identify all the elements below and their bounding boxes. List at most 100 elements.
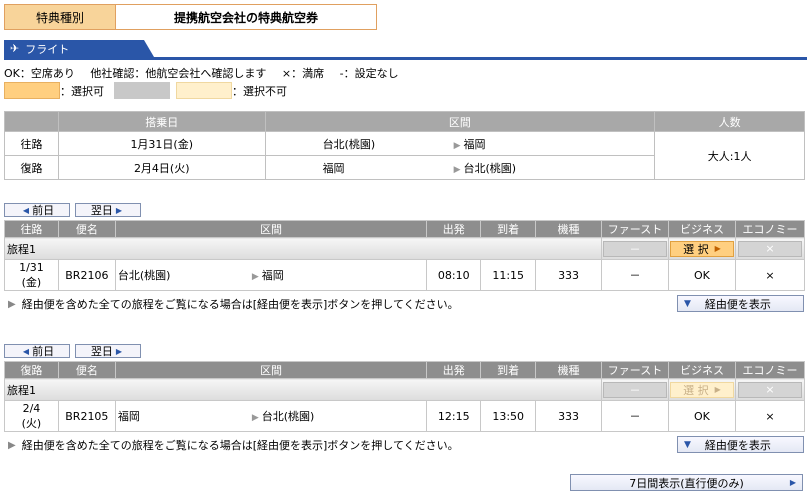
flight-arr: 11:15 [480, 259, 537, 291]
flight-dep: 12:15 [426, 400, 482, 432]
summary-header-route: 区間 [264, 111, 656, 132]
return-show-via-button[interactable]: ▼ 経由便を表示 [677, 436, 804, 453]
journey-label: 旅程1 [4, 237, 602, 260]
return-header-row: 復路 便名 区間 出発 到着 機種 ファースト ビジネス エコノミー [4, 361, 806, 379]
summary-header-row: 搭乗日 区間 人数 [4, 111, 805, 132]
color-legend: ：選択可 ：選択不可 [4, 82, 287, 99]
first-select-button: － [602, 240, 667, 257]
summary-route: 台北(桃園) ▶ 福岡 [264, 131, 656, 156]
flight-first: － [600, 400, 669, 432]
section-divider [4, 57, 807, 60]
summary-row-outbound: 往路 1月31日(金) 台北(桃園) ▶ 福岡 大人:1人 [4, 131, 805, 180]
flight-to: 福岡 [261, 269, 284, 282]
double-chevron-down-icon: ▼ [684, 439, 691, 450]
col-first: ファースト [600, 220, 669, 238]
prev-day-label: 前日 [32, 204, 55, 217]
col-route: 区間 [114, 361, 428, 379]
summary-dir: 往路 [4, 131, 59, 156]
col-business: ビジネス [667, 220, 736, 238]
flight-from: 福岡 [117, 410, 140, 423]
unselectable-swatch-gray [114, 82, 170, 99]
col-flight-no: 便名 [57, 361, 116, 379]
note-arrow-icon: ▶ [8, 298, 16, 310]
via-note-text: 経由便を含めた全ての旅程をご覧になる場合は[経由便を表示]ボタンを押してください… [21, 298, 459, 311]
via-button-label: 経由便を表示 [704, 438, 771, 452]
return-next-day-button[interactable]: 翌日 ▶ [75, 344, 141, 358]
route-to: 台北(桃園) [463, 161, 517, 175]
route-arrow-icon: ▶ [251, 413, 259, 423]
flight-row: 1/31 (金) BR2106 台北(桃園) ▶ 福岡 08:10 11:15 333… [4, 259, 806, 291]
via-note: ▶ 経由便を含めた全ての旅程をご覧になる場合は[経由便を表示]ボタンを押してくださ… [8, 296, 459, 312]
flight-aircraft: 333 [535, 259, 602, 291]
summary-date: 2月4日(火) [57, 155, 266, 180]
flight-aircraft: 333 [535, 400, 602, 432]
triangle-right-icon: ▶ [714, 385, 721, 394]
col-dir: 復路 [4, 361, 59, 379]
seven-day-view-button[interactable]: 7日間表示(直行便のみ) ▶ [570, 474, 803, 491]
outbound-header-row: 往路 便名 区間 出発 到着 機種 ファースト ビジネス エコノミー [4, 220, 806, 238]
first-select-button: － [602, 381, 667, 398]
legend-selectable: ：選択可 [60, 84, 104, 98]
itinerary-summary-table: 搭乗日 区間 人数 往路 1月31日(金) 台北(桃園) ▶ 福岡 大人:1人 復路… [4, 111, 805, 180]
first-select-cell: － [600, 378, 669, 401]
col-economy: エコノミー [734, 361, 806, 379]
flight-economy: × [734, 259, 806, 291]
economy-select-button: × [737, 381, 802, 398]
triangle-left-icon: ◀ [22, 205, 30, 215]
flight-date-day: 1/31 [19, 260, 44, 274]
award-type-label: 特典種別 [5, 5, 116, 29]
legend-other: 他社確認：他航空会社へ確認します [90, 67, 267, 80]
select-label: 選 択 [683, 383, 709, 397]
col-dep: 出発 [426, 220, 482, 238]
col-business: ビジネス [667, 361, 736, 379]
outbound-prev-day-button[interactable]: ◀ 前日 [4, 203, 70, 217]
business-select-cell: 選 択 ▶ [667, 237, 736, 260]
flight-economy: × [734, 400, 806, 432]
business-select-button: 選 択 ▶ [669, 381, 734, 398]
flight-dep: 08:10 [426, 259, 482, 291]
triangle-right-icon: ▶ [115, 346, 123, 356]
award-type-box: 特典種別 提携航空会社の特典航空券 [4, 4, 377, 30]
summary-route: 福岡 ▶ 台北(桃園) [264, 155, 656, 180]
triangle-right-icon: ▶ [789, 478, 796, 487]
flight-business: OK [667, 400, 736, 432]
business-select-button[interactable]: 選 択 ▶ [669, 240, 734, 257]
business-select-cell: 選 択 ▶ [667, 378, 736, 401]
col-flight-no: 便名 [57, 220, 116, 238]
summary-header-pax: 人数 [654, 111, 805, 132]
route-from: 福岡 [322, 161, 345, 175]
first-select-cell: － [600, 237, 669, 260]
legend-ok: OK：空席あり [4, 67, 75, 80]
flight-arr: 13:50 [480, 400, 537, 432]
outbound-next-day-button[interactable]: 翌日 ▶ [75, 203, 141, 217]
flight-section-title: フライト [25, 42, 70, 56]
summary-dir: 復路 [4, 155, 59, 180]
select-label: 選 択 [683, 242, 709, 256]
economy-select-cell: × [734, 378, 806, 401]
flight-number: BR2106 [57, 259, 116, 291]
return-prev-day-button[interactable]: ◀ 前日 [4, 344, 70, 358]
col-aircraft: 機種 [535, 361, 602, 379]
triangle-left-icon: ◀ [22, 346, 30, 356]
flight-number: BR2105 [57, 400, 116, 432]
flight-first: － [600, 259, 669, 291]
flight-route: 台北(桃園) ▶ 福岡 [114, 259, 428, 291]
double-chevron-down-icon: ▼ [684, 298, 691, 309]
outbound-show-via-button[interactable]: ▼ 経由便を表示 [677, 295, 804, 312]
return-flight-table: 復路 便名 区間 出発 到着 機種 ファースト ビジネス エコノミー 旅程1 －… [4, 361, 806, 432]
col-dir: 往路 [4, 220, 59, 238]
journey-label: 旅程1 [4, 378, 602, 401]
via-note-text: 経由便を含めた全ての旅程をご覧になる場合は[経由便を表示]ボタンを押してください… [21, 439, 459, 452]
summary-header-dir [4, 111, 59, 132]
unselectable-swatch-cream [176, 82, 232, 99]
next-day-label: 翌日 [90, 345, 113, 358]
col-arr: 到着 [480, 220, 537, 238]
col-economy: エコノミー [734, 220, 806, 238]
flight-to: 台北(桃園) [261, 410, 315, 423]
summary-header-date: 搭乗日 [57, 111, 266, 132]
note-arrow-icon: ▶ [8, 439, 16, 451]
col-dep: 出発 [426, 361, 482, 379]
route-arrow-icon: ▶ [251, 272, 259, 282]
outbound-flight-table: 往路 便名 区間 出発 到着 機種 ファースト ビジネス エコノミー 旅程1 －… [4, 220, 806, 291]
legend-none: -：設定なし [339, 67, 399, 80]
